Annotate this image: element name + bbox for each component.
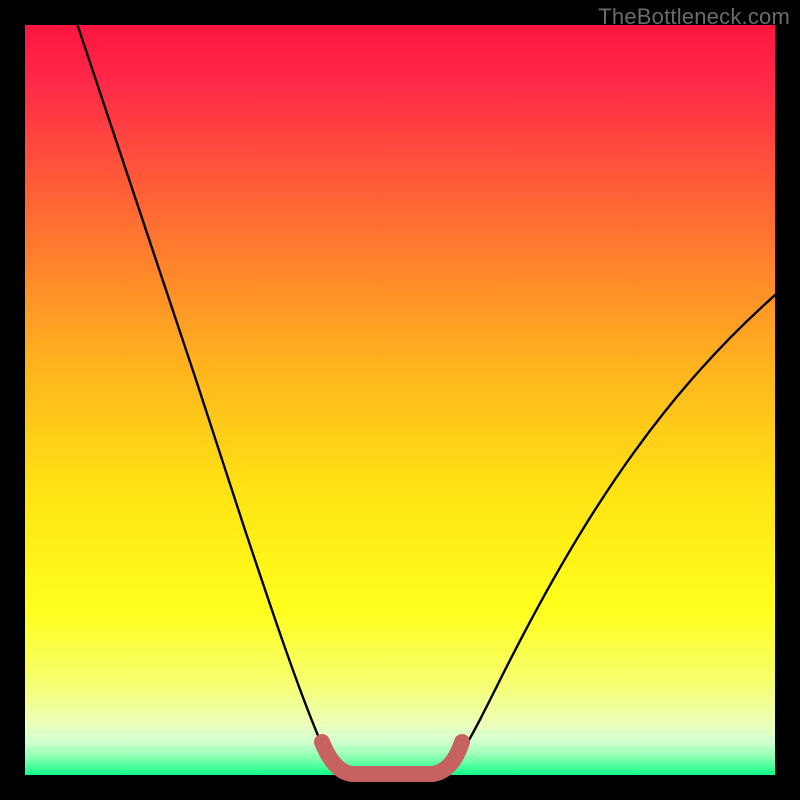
watermark-text: TheBottleneck.com — [598, 4, 790, 30]
chart-svg — [0, 0, 800, 800]
chart-frame: TheBottleneck.com — [0, 0, 800, 800]
plot-area — [25, 25, 775, 775]
